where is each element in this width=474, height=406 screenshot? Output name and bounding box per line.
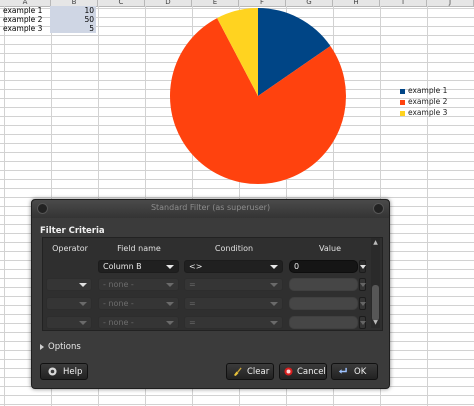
scrollbar-thumb[interactable] xyxy=(372,285,379,321)
dialog-title: Standard Filter (as superuser) xyxy=(150,203,271,212)
ok-label: OK xyxy=(354,367,367,377)
field-name-value-row-1: Column B xyxy=(103,262,142,271)
options-expander[interactable]: Options xyxy=(40,342,81,352)
value-text-row-1: 0 xyxy=(294,262,300,271)
field-name-select-row-4[interactable]: - none - xyxy=(98,316,179,329)
criteria-scrollbar[interactable]: ▲ ▼ xyxy=(371,238,380,328)
field-name-value-row-2: - none - xyxy=(103,280,134,289)
chevron-down-icon xyxy=(270,321,278,325)
legend-label-2: example 2 xyxy=(408,97,448,106)
operator-select-row-1[interactable] xyxy=(46,278,92,291)
enter-arrow-icon xyxy=(338,367,347,374)
chevron-down-icon xyxy=(79,302,87,306)
cancel-icon xyxy=(284,367,293,376)
filter-criteria-heading: Filter Criteria xyxy=(40,226,105,236)
chevron-down-icon xyxy=(166,265,174,269)
condition-value-row-1: <> xyxy=(189,262,203,271)
legend-label-3: example 3 xyxy=(408,108,448,117)
field-name-value-row-4: - none - xyxy=(103,318,134,327)
pie-chart[interactable]: example 1 example 2 example 3 xyxy=(160,8,460,198)
chevron-down-icon xyxy=(360,265,366,269)
cell-b1[interactable]: 10 xyxy=(50,6,96,15)
chevron-down-icon xyxy=(166,302,174,306)
standard-filter-dialog: Standard Filter (as superuser) Filter Cr… xyxy=(31,199,390,389)
cell-b2[interactable]: 50 xyxy=(50,15,96,24)
legend-item-2: example 2 xyxy=(400,97,447,107)
help-button[interactable]: Help xyxy=(40,363,88,380)
chevron-down-icon xyxy=(360,302,366,306)
chevron-down-icon xyxy=(360,283,366,287)
help-label: Help xyxy=(63,367,83,377)
scroll-up-icon[interactable]: ▲ xyxy=(372,240,379,246)
field-name-select-row-3[interactable]: - none - xyxy=(98,297,179,310)
chevron-down-icon xyxy=(166,321,174,325)
condition-value-row-3: = xyxy=(189,299,196,308)
chevron-down-icon xyxy=(79,321,87,325)
condition-select-row-1[interactable]: <> xyxy=(184,260,283,273)
value-input-row-3[interactable] xyxy=(289,297,358,310)
chevron-down-icon xyxy=(166,283,174,287)
operator-select-row-3[interactable] xyxy=(46,297,92,310)
pie-chart-plot xyxy=(170,8,346,185)
cell-b3[interactable]: 5 xyxy=(50,24,96,33)
value-input-row-2[interactable] xyxy=(289,278,358,291)
clear-broom-icon xyxy=(233,367,242,376)
value-header: Value xyxy=(319,244,341,253)
value-input-row-1[interactable]: 0 xyxy=(289,260,358,273)
clear-button[interactable]: Clear xyxy=(226,363,274,380)
operator-select-row-4[interactable] xyxy=(46,316,92,329)
value-dropdown-row-3[interactable] xyxy=(359,297,366,310)
legend-swatch-3 xyxy=(400,110,405,116)
dialog-titlebar[interactable]: Standard Filter (as superuser) xyxy=(32,200,389,218)
condition-value-row-4: = xyxy=(189,318,196,327)
field-name-header: Field name xyxy=(117,244,161,253)
condition-select-row-3[interactable]: = xyxy=(184,297,283,310)
condition-select-row-4[interactable]: = xyxy=(184,316,283,329)
cancel-label: Cancel xyxy=(297,367,326,377)
ok-button[interactable]: OK xyxy=(331,363,378,380)
legend-item-1: example 1 xyxy=(400,86,447,96)
condition-header: Condition xyxy=(214,244,254,253)
chevron-down-icon xyxy=(270,265,278,269)
chevron-down-icon xyxy=(270,302,278,306)
legend-label-1: example 1 xyxy=(408,86,448,95)
operator-header: Operator xyxy=(52,244,88,253)
cell-a1[interactable]: example 1 xyxy=(3,6,48,15)
value-dropdown-row-4[interactable] xyxy=(359,316,366,329)
chevron-down-icon xyxy=(360,321,366,325)
help-icon xyxy=(48,367,57,376)
chevron-down-icon xyxy=(270,283,278,287)
legend-item-3: example 3 xyxy=(400,108,447,118)
value-dropdown-row-1[interactable] xyxy=(359,260,366,273)
condition-select-row-2[interactable]: = xyxy=(184,278,283,291)
scroll-down-icon[interactable]: ▼ xyxy=(372,320,379,326)
expander-arrow-icon xyxy=(40,343,44,350)
value-dropdown-row-2[interactable] xyxy=(359,278,366,291)
cancel-button[interactable]: Cancel xyxy=(279,363,327,380)
field-name-select-row-2[interactable]: - none - xyxy=(98,278,179,291)
field-name-select-row-1[interactable]: Column B xyxy=(98,260,179,273)
close-icon[interactable] xyxy=(373,203,384,214)
options-label: Options xyxy=(48,342,81,352)
legend-swatch-2 xyxy=(400,99,405,105)
cell-a3[interactable]: example 3 xyxy=(3,24,48,33)
field-name-value-row-3: - none - xyxy=(103,299,134,308)
value-input-row-4[interactable] xyxy=(289,316,358,329)
condition-value-row-2: = xyxy=(189,280,196,289)
legend-swatch-1 xyxy=(400,88,405,94)
clear-label: Clear xyxy=(247,367,270,377)
cell-a2[interactable]: example 2 xyxy=(3,15,48,24)
chevron-down-icon xyxy=(79,283,87,287)
